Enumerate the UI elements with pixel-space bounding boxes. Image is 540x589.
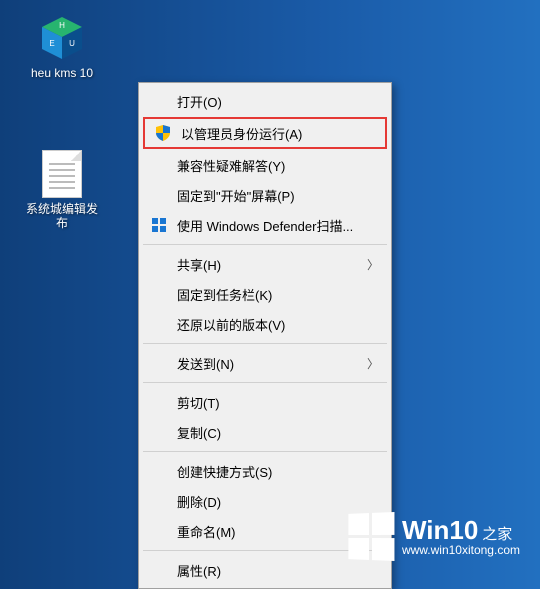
menu-pin-to-start[interactable]: 固定到"开始"屏幕(P)	[141, 180, 389, 210]
menu-cut[interactable]: 剪切(T)	[141, 387, 389, 417]
chevron-right-icon: 〉	[367, 256, 379, 273]
blank-icon	[149, 392, 169, 412]
menu-label: 复制(C)	[177, 423, 379, 442]
watermark-title: Win10之家	[402, 516, 520, 545]
menu-label: 固定到任务栏(K)	[177, 285, 379, 304]
desktop-icon-textfile[interactable]: 系统城编辑发布	[22, 150, 102, 231]
menu-open[interactable]: 打开(O)	[141, 86, 389, 116]
menu-separator	[143, 451, 387, 452]
menu-send-to[interactable]: 发送到(N) 〉	[141, 348, 389, 378]
menu-separator	[143, 382, 387, 383]
chevron-right-icon: 〉	[367, 355, 379, 372]
menu-label: 兼容性疑难解答(Y)	[177, 156, 379, 175]
watermark-url: www.win10xitong.com	[402, 544, 520, 557]
blank-icon	[149, 422, 169, 442]
blank-icon	[149, 560, 169, 580]
watermark: Win10之家 www.win10xitong.com	[347, 513, 520, 560]
shield-icon	[153, 123, 173, 143]
blank-icon	[149, 461, 169, 481]
menu-label: 以管理员身份运行(A)	[181, 124, 375, 143]
blank-icon	[149, 521, 169, 541]
blank-icon	[149, 284, 169, 304]
menu-label: 还原以前的版本(V)	[177, 315, 379, 334]
defender-icon	[149, 215, 169, 235]
menu-label: 发送到(N)	[177, 354, 367, 373]
cube-icon: H E U	[38, 14, 86, 62]
menu-restore-previous[interactable]: 还原以前的版本(V)	[141, 309, 389, 339]
blank-icon	[149, 185, 169, 205]
menu-troubleshoot-compat[interactable]: 兼容性疑难解答(Y)	[141, 150, 389, 180]
menu-copy[interactable]: 复制(C)	[141, 417, 389, 447]
blank-icon	[149, 353, 169, 373]
desktop-icon-label: heu kms 10	[22, 66, 102, 80]
svg-text:H: H	[59, 21, 65, 30]
menu-label: 打开(O)	[177, 92, 379, 111]
menu-share[interactable]: 共享(H) 〉	[141, 249, 389, 279]
menu-defender-scan[interactable]: 使用 Windows Defender扫描...	[141, 210, 389, 240]
desktop-icon-heu-kms[interactable]: H E U heu kms 10	[22, 14, 102, 80]
menu-label: 删除(D)	[177, 492, 379, 511]
menu-label: 共享(H)	[177, 255, 367, 274]
svg-text:E: E	[49, 39, 54, 48]
menu-label: 属性(R)	[177, 561, 379, 580]
svg-text:U: U	[69, 39, 75, 48]
menu-separator	[143, 343, 387, 344]
blank-icon	[149, 254, 169, 274]
menu-label: 创建快捷方式(S)	[177, 462, 379, 481]
desktop-icon-label: 系统城编辑发布	[22, 202, 102, 231]
menu-label: 剪切(T)	[177, 393, 379, 412]
menu-pin-to-taskbar[interactable]: 固定到任务栏(K)	[141, 279, 389, 309]
menu-label: 使用 Windows Defender扫描...	[177, 216, 379, 235]
menu-run-as-admin[interactable]: 以管理员身份运行(A)	[143, 117, 387, 149]
text-file-icon	[42, 150, 82, 198]
menu-delete[interactable]: 删除(D)	[141, 486, 389, 516]
blank-icon	[149, 91, 169, 111]
menu-create-shortcut[interactable]: 创建快捷方式(S)	[141, 456, 389, 486]
menu-separator	[143, 244, 387, 245]
blank-icon	[149, 155, 169, 175]
windows-logo-icon	[348, 512, 394, 561]
blank-icon	[149, 314, 169, 334]
blank-icon	[149, 491, 169, 511]
menu-label: 固定到"开始"屏幕(P)	[177, 186, 379, 205]
